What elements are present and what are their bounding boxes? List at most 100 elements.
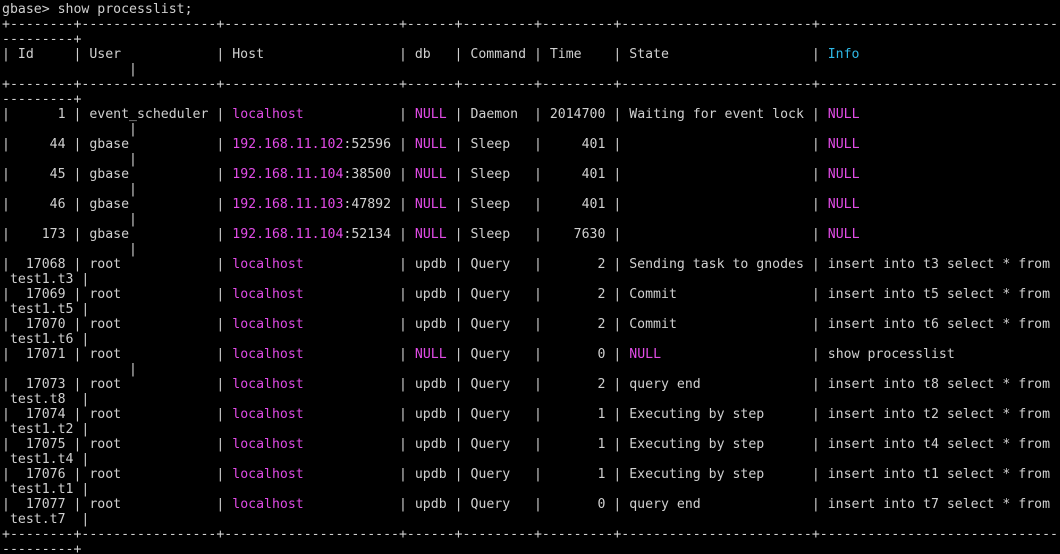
terminal-line: | 173 | gbase | 192.168.11.104:52134 | N…	[2, 227, 860, 242]
terminal-line: | 17071 | root | localhost | NULL | Quer…	[2, 347, 955, 362]
highlighted-text: 192.168.11.104	[232, 167, 344, 182]
terminal-line: |	[2, 182, 137, 197]
terminal-text: | 1 | event_scheduler |	[2, 107, 233, 122]
terminal-text: |	[2, 152, 137, 167]
terminal-text: | 46 | gbase |	[2, 197, 233, 212]
terminal-line: | 17069 | root | localhost | updb | Quer…	[2, 287, 1050, 302]
terminal-text: :47892 |	[343, 197, 415, 212]
terminal-text: | updb | Query | 1 | Executing by step |…	[303, 467, 1051, 482]
highlighted-text: localhost	[232, 437, 304, 452]
terminal-text: test1.t6 |	[2, 332, 90, 347]
terminal-line: ---------+	[2, 32, 81, 47]
highlighted-text: NULL	[414, 197, 447, 212]
highlighted-text: localhost	[232, 467, 304, 482]
terminal-text: |	[303, 107, 415, 122]
terminal-line: | 1 | event_scheduler | localhost | NULL…	[2, 107, 860, 122]
highlighted-text: localhost	[232, 287, 304, 302]
terminal-line: | 46 | gbase | 192.168.11.103:47892 | NU…	[2, 197, 860, 212]
terminal-window[interactable]: gbase> show processlist; +--------+------…	[0, 0, 1060, 554]
terminal-text: | updb | Query | 1 | Executing by step |…	[303, 407, 1051, 422]
terminal-text: | 44 | gbase |	[2, 137, 233, 152]
terminal-text: | 17074 | root |	[2, 407, 233, 422]
terminal-line: test1.t5 |	[2, 302, 89, 317]
terminal-line: ---------+	[2, 92, 81, 107]
terminal-text: | updb | Query | 1 | Executing by step |…	[303, 437, 1051, 452]
terminal-text: |	[2, 362, 137, 377]
terminal-text: |	[2, 182, 137, 197]
terminal-line: test1.t4 |	[2, 452, 89, 467]
terminal-line: ---------+	[2, 542, 81, 554]
terminal-text: test.t8 |	[2, 392, 90, 407]
highlighted-text: NULL	[414, 227, 447, 242]
terminal-text: | Sleep | 401 | |	[446, 197, 828, 212]
terminal-text: test.t7 |	[2, 512, 90, 527]
command-prompt-line: gbase> show processlist;	[2, 2, 193, 17]
terminal-text: | updb | Query | 2 | Commit | insert int…	[303, 317, 1051, 332]
terminal-line: test1.t6 |	[2, 332, 89, 347]
terminal-line: |	[2, 152, 137, 167]
highlighted-text: NULL	[827, 107, 860, 122]
terminal-text: test1.t1 |	[2, 482, 90, 497]
terminal-text: | 17071 | root |	[2, 347, 233, 362]
terminal-line: +--------+-----------------+------------…	[2, 527, 1060, 542]
terminal-text: |	[303, 347, 415, 362]
terminal-text: | updb | Query | 2 | query end | insert …	[303, 377, 1051, 392]
terminal-text: test1.t4 |	[2, 452, 90, 467]
terminal-text: | 17077 | root |	[2, 497, 233, 512]
terminal-text: ---------+	[2, 92, 82, 107]
terminal-text: | 17076 | root |	[2, 467, 233, 482]
terminal-text: | 17070 | root |	[2, 317, 233, 332]
terminal-line: test1.t2 |	[2, 422, 89, 437]
terminal-text: | Sleep | 401 | |	[446, 137, 828, 152]
terminal-line: | 17073 | root | localhost | updb | Quer…	[2, 377, 1050, 392]
terminal-line: |	[2, 242, 137, 257]
terminal-text: test1.t3 |	[2, 272, 90, 287]
highlighted-text: Info	[827, 47, 860, 62]
terminal-line: +--------+-----------------+------------…	[2, 77, 1060, 92]
terminal-text: |	[2, 62, 137, 77]
terminal-text: :52596 |	[343, 137, 415, 152]
terminal-line: |	[2, 122, 137, 137]
terminal-text: gbase> show processlist;	[2, 2, 193, 17]
highlighted-text: NULL	[414, 167, 447, 182]
highlighted-text: 192.168.11.104	[232, 227, 344, 242]
terminal-text: ---------+	[2, 542, 82, 554]
terminal-text: |	[2, 242, 137, 257]
terminal-line: test1.t1 |	[2, 482, 89, 497]
highlighted-text: NULL	[629, 347, 662, 362]
terminal-text: | Query | 0 |	[446, 347, 630, 362]
terminal-text: | updb | Query | 0 | query end | insert …	[303, 497, 1051, 512]
terminal-text: | 17075 | root |	[2, 437, 233, 452]
highlighted-text: 192.168.11.103	[232, 197, 344, 212]
highlighted-text: NULL	[414, 107, 447, 122]
terminal-line: | 17074 | root | localhost | updb | Quer…	[2, 407, 1050, 422]
terminal-text: | Id | User | Host | db | Command | Time…	[2, 47, 828, 62]
terminal-text: :52134 |	[343, 227, 415, 242]
terminal-text: | 17068 | root |	[2, 257, 233, 272]
highlighted-text: localhost	[232, 347, 304, 362]
terminal-line: test1.t3 |	[2, 272, 89, 287]
highlighted-text: localhost	[232, 377, 304, 392]
terminal-text: |	[2, 212, 137, 227]
terminal-text: | 17073 | root |	[2, 377, 233, 392]
terminal-line: | 17076 | root | localhost | updb | Quer…	[2, 467, 1050, 482]
terminal-line: | 17070 | root | localhost | updb | Quer…	[2, 317, 1050, 332]
highlighted-text: localhost	[232, 317, 304, 332]
highlighted-text: localhost	[232, 107, 304, 122]
terminal-text: test1.t5 |	[2, 302, 90, 317]
terminal-line: | 17068 | root | localhost | updb | Quer…	[2, 257, 1050, 272]
terminal-text: |	[2, 122, 137, 137]
highlighted-text: localhost	[232, 497, 304, 512]
terminal-line: | 45 | gbase | 192.168.11.104:38500 | NU…	[2, 167, 860, 182]
terminal-line: test.t7 |	[2, 512, 89, 527]
terminal-text: | 45 | gbase |	[2, 167, 233, 182]
highlighted-text: NULL	[827, 137, 860, 152]
terminal-line: +--------+-----------------+------------…	[2, 17, 1060, 32]
terminal-text: | 17069 | root |	[2, 287, 233, 302]
terminal-line: |	[2, 62, 137, 77]
terminal-text: | updb | Query | 2 | Commit | insert int…	[303, 287, 1051, 302]
terminal-text: ---------+	[2, 32, 82, 47]
highlighted-text: NULL	[414, 137, 447, 152]
terminal-text: | Sleep | 401 | |	[446, 167, 828, 182]
terminal-text: | Sleep | 7630 | |	[446, 227, 828, 242]
